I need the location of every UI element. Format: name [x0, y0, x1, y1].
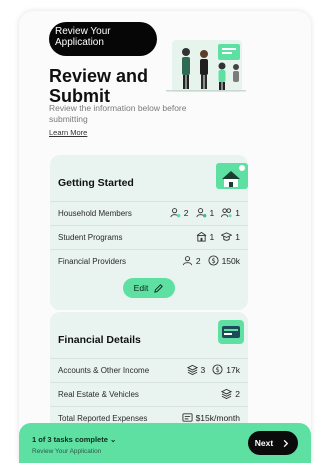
accounts-income-row: Accounts & Other Income 3 $17k [50, 358, 248, 382]
schools-count: 1 [209, 231, 215, 242]
group-icon [221, 208, 232, 218]
progress-text: 1 of 3 tasks complete [32, 435, 108, 444]
household-members-row: Household Members 2 1 1 [50, 201, 248, 225]
progress-subtitle: Review Your Application [32, 448, 102, 455]
dollar-icon: $ [208, 255, 219, 266]
next-button[interactable]: Next [248, 431, 298, 455]
section-pill: Review Your Application [49, 22, 157, 56]
school-building-icon [196, 231, 206, 242]
pencil-icon [154, 283, 164, 293]
layers-icon [186, 364, 198, 375]
getting-started-card: Getting Started Household Members 2 1 1 … [50, 155, 248, 310]
child-icon [195, 208, 206, 218]
children-count: 1 [209, 207, 215, 218]
learn-more-link[interactable]: Learn More [49, 128, 87, 137]
row-label: Student Programs [58, 233, 123, 242]
row-label: Household Members [58, 209, 132, 218]
chevron-down-icon: ⌄ [109, 435, 117, 444]
card-title: Financial Details [58, 334, 141, 346]
row-label: Accounts & Other Income [58, 366, 150, 375]
receipt-icon [182, 413, 193, 422]
edit-button[interactable]: Edit [123, 278, 175, 298]
real-estate-vehicles-row: Real Estate & Vehicles 2 [50, 382, 248, 406]
progress-dropdown[interactable]: 1 of 3 tasks complete ⌄ [32, 435, 116, 444]
page-subtitle: Review the information below before subm… [49, 103, 187, 124]
page-title: Review and Submit [49, 66, 149, 106]
adults-count: 2 [183, 207, 189, 218]
provider-person-icon [182, 256, 192, 266]
row-label: Real Estate & Vehicles [58, 390, 139, 399]
team-illustration [166, 40, 246, 92]
financial-providers-row: Financial Providers 2 $150k [50, 249, 248, 273]
progress-footer: 1 of 3 tasks complete ⌄ Review Your Appl… [19, 423, 311, 463]
layers-icon [221, 388, 233, 399]
person-icon [170, 208, 181, 218]
programs-count: 1 [235, 231, 240, 242]
edit-label: Edit [133, 283, 149, 293]
next-label: Next [254, 438, 274, 448]
student-programs-row: Student Programs 1 1 [50, 225, 248, 249]
svg-text:$: $ [216, 366, 220, 374]
assets-count: 2 [235, 388, 240, 399]
providers-count: 2 [195, 255, 201, 266]
wallet-illustration [218, 320, 244, 344]
card-title: Getting Started [58, 177, 134, 189]
house-illustration [216, 163, 248, 189]
accounts-count: 3 [200, 364, 206, 375]
dependents-count: 1 [235, 207, 240, 218]
income-amount: 150k [221, 255, 240, 266]
graduation-cap-icon [221, 232, 233, 241]
row-label: Total Reported Expenses [58, 414, 148, 423]
dollar-icon: $ [212, 364, 223, 375]
income-amount: 17k [226, 364, 240, 375]
row-label: Financial Providers [58, 257, 127, 266]
chevron-right-icon [283, 439, 289, 447]
expenses-amount: $15k/month [195, 412, 240, 423]
svg-text:$: $ [211, 257, 215, 265]
